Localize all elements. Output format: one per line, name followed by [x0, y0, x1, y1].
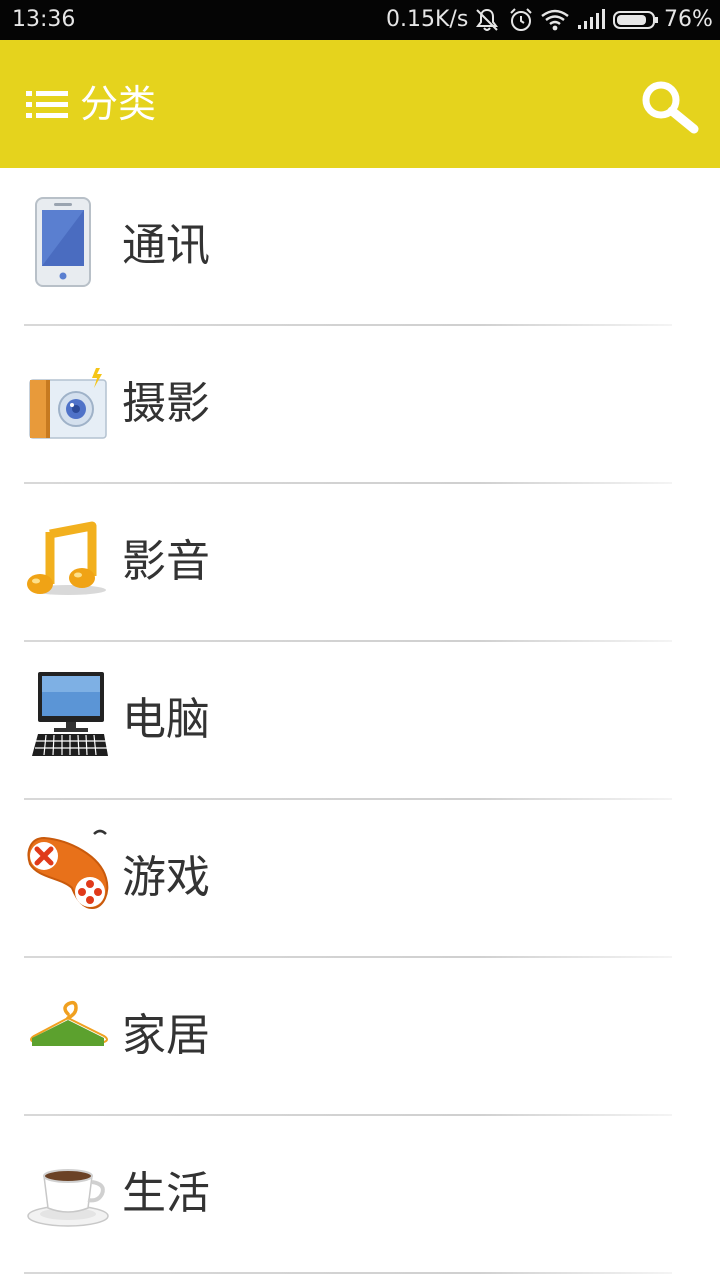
category-item-photography[interactable]: 摄影 — [0, 326, 720, 484]
status-time: 13:36 — [12, 7, 76, 32]
app-bar: 分类 — [0, 40, 720, 168]
signal-icon — [576, 7, 606, 39]
category-label: 家居 — [122, 1010, 210, 1061]
list-menu-icon[interactable] — [24, 88, 70, 122]
divider — [24, 1272, 672, 1274]
category-label: 游戏 — [122, 852, 210, 903]
battery-icon — [612, 7, 660, 39]
network-speed: 0.15K/s — [386, 7, 469, 32]
category-label: 通讯 — [122, 220, 210, 271]
mute-icon — [474, 7, 500, 39]
category-item-media[interactable]: 影音 — [0, 484, 720, 642]
category-item-games[interactable]: 游戏 — [0, 800, 720, 958]
alarm-icon — [508, 7, 534, 39]
coffee-cup-icon — [24, 1142, 110, 1236]
category-label: 影音 — [122, 536, 210, 587]
page-title: 分类 — [80, 82, 157, 126]
category-item-life[interactable]: 生活 — [0, 1116, 720, 1274]
music-note-icon — [24, 510, 110, 604]
category-item-communication[interactable]: 通讯 — [0, 168, 720, 326]
gamepad-icon — [24, 826, 110, 920]
category-list: 通讯 摄影 影音 电脑 游戏 家居 生活 — [0, 168, 720, 1274]
category-label: 电脑 — [122, 694, 210, 745]
camera-icon — [24, 352, 110, 446]
wifi-icon — [540, 7, 570, 39]
phone-icon — [24, 194, 110, 288]
category-item-computer[interactable]: 电脑 — [0, 642, 720, 800]
category-label: 生活 — [122, 1168, 210, 1219]
search-icon[interactable] — [638, 78, 700, 134]
battery-percent: 76% — [664, 7, 713, 32]
computer-icon — [24, 668, 110, 762]
hanger-icon — [24, 984, 110, 1078]
status-bar: 13:36 0.15K/s 76% — [0, 0, 720, 40]
category-label: 摄影 — [122, 378, 210, 429]
category-item-home[interactable]: 家居 — [0, 958, 720, 1116]
